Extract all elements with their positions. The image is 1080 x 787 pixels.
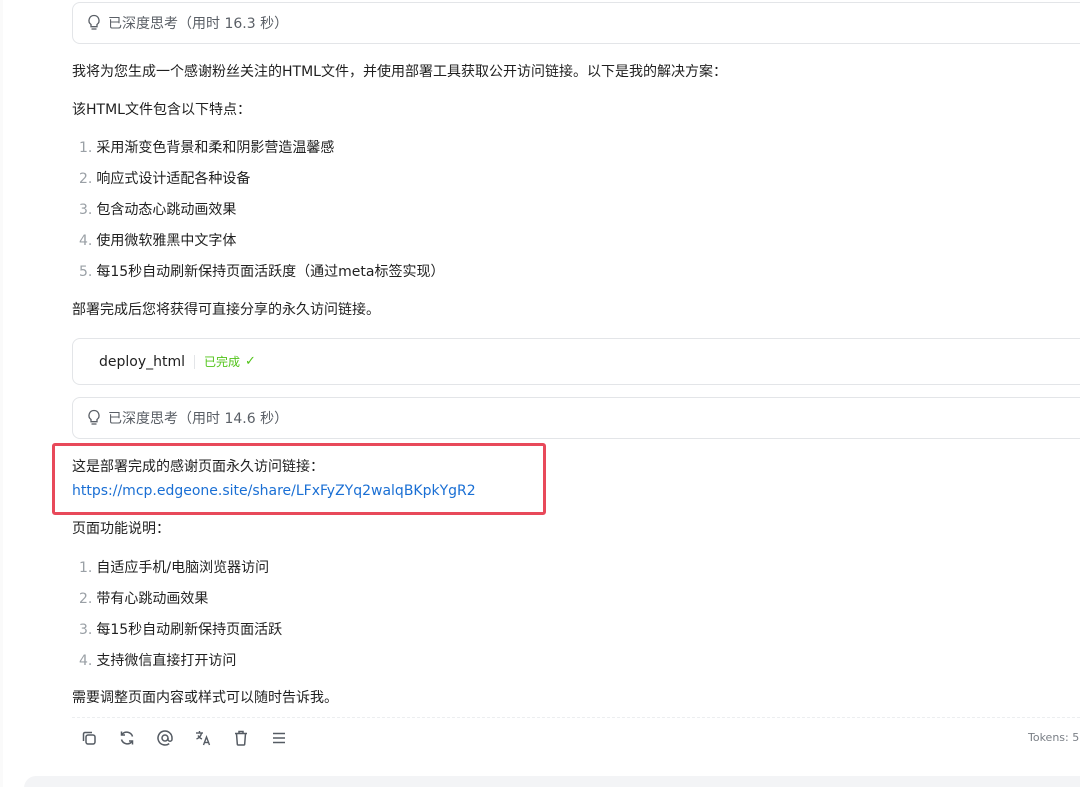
lightbulb-icon [88,14,100,30]
tool-call-card[interactable]: deploy_html 已完成 ✓ [72,338,1080,385]
list-text: 带有心跳动画效果 [96,591,209,607]
regenerate-icon[interactable] [116,727,138,749]
list-item: 3. 包含动态心跳动画效果 [79,200,236,220]
deploy-note: 部署完成后您将获得可直接分享的永久访问链接。 [72,302,380,318]
list-item: 1. 采用渐变色背景和柔和阴影营造温馨感 [79,138,334,158]
translate-icon[interactable] [192,727,214,749]
delete-icon[interactable] [230,727,252,749]
list-text: 支持微信直接打开访问 [96,653,237,669]
message-actions [78,727,306,749]
message-divider [72,717,1080,718]
left-edge [0,0,3,787]
check-icon: ✓ [245,354,256,369]
list-item: 2. 带有心跳动画效果 [79,589,208,609]
lightbulb-icon [88,409,100,425]
input-panel[interactable] [24,776,1080,787]
chat-message-page: 已深度思考（用时 16.3 秒） 我将为您生成一个感谢粉丝关注的HTML文件，并… [0,0,1080,787]
list-item: 2. 响应式设计适配各种设备 [79,169,250,189]
list-number: 1. [79,140,93,156]
list-number: 3. [79,202,93,218]
list-text: 包含动态心跳动画效果 [96,202,237,218]
closing-text: 需要调整页面内容或样式可以随时告诉我。 [72,690,338,706]
list-text: 使用微软雅黑中文字体 [96,233,237,249]
highlight-annotation [52,443,546,515]
list-number: 2. [79,591,93,607]
intro-text: 我将为您生成一个感谢粉丝关注的HTML文件，并使用部署工具获取公开访问链接。以下… [72,64,727,80]
list-item: 3. 每15秒自动刷新保持页面活跃 [79,620,282,640]
features-heading: 该HTML文件包含以下特点： [72,102,251,118]
list-text: 响应式设计适配各种设备 [96,171,251,187]
tool-divider [194,354,196,369]
thinking-label-1: 已深度思考（用时 16.3 秒） [108,16,289,32]
list-text: 每15秒自动刷新保持页面活跃 [96,622,283,638]
thinking-toggle-2[interactable]: 已深度思考（用时 14.6 秒） [72,397,1080,439]
list-number: 2. [79,171,93,187]
list-number: 4. [79,233,93,249]
list-item: 4. 使用微软雅黑中文字体 [79,231,236,251]
functions-heading: 页面功能说明： [72,521,170,537]
mention-icon[interactable] [154,727,176,749]
tool-status-label: 已完成 [204,355,241,369]
result-intro: 这是部署完成的感谢页面永久访问链接： [72,459,324,475]
tokens-count: Tokens: 52 [1028,731,1080,744]
menu-icon[interactable] [268,727,290,749]
list-number: 3. [79,622,93,638]
list-number: 1. [79,560,93,576]
list-item: 1. 自适应手机/电脑浏览器访问 [79,558,269,578]
tool-status: 已完成 ✓ [204,353,256,370]
result-link[interactable]: https://mcp.edgeone.site/share/LFxFyZYq2… [72,481,476,501]
thinking-toggle-1[interactable]: 已深度思考（用时 16.3 秒） [72,2,1080,44]
list-text: 采用渐变色背景和柔和阴影营造温馨感 [96,140,335,156]
list-text: 每15秒自动刷新保持页面活跃度（通过meta标签实现） [96,264,445,280]
tool-name: deploy_html [99,353,186,370]
list-number: 5. [79,264,93,280]
list-number: 4. [79,653,93,669]
list-item: 4. 支持微信直接打开访问 [79,651,236,671]
thinking-label-2: 已深度思考（用时 14.6 秒） [108,411,289,427]
list-item: 5. 每15秒自动刷新保持页面活跃度（通过meta标签实现） [79,262,445,282]
list-text: 自适应手机/电脑浏览器访问 [96,560,270,576]
copy-icon[interactable] [78,727,100,749]
